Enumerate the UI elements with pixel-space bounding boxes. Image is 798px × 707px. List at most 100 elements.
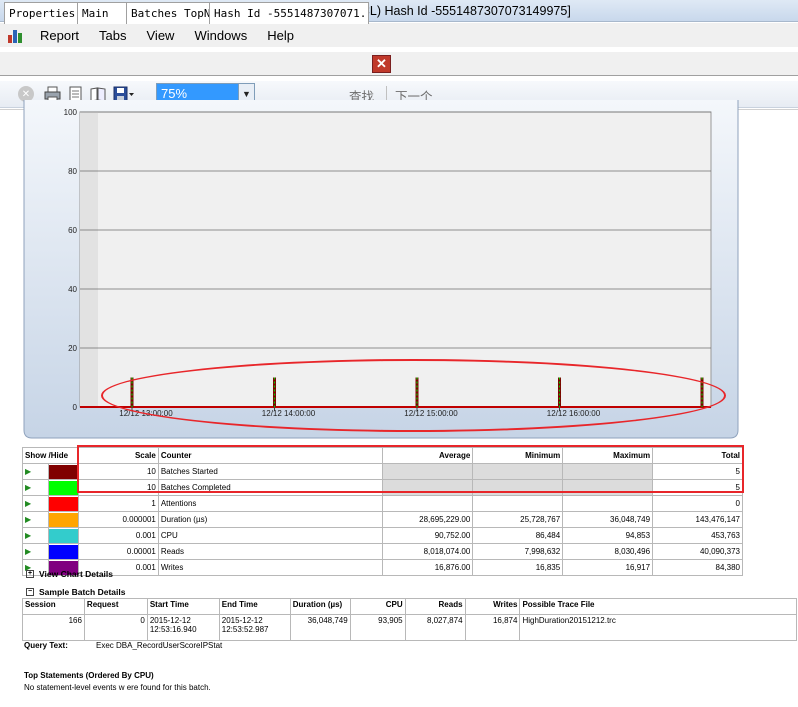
header-counter: Counter <box>157 447 384 464</box>
counter-maximum <box>562 495 654 512</box>
tab-hash-id[interactable]: Hash Id -5551487307071.. <box>209 2 369 24</box>
cell-cpu: 93,905 <box>349 614 406 641</box>
counter-maximum <box>562 463 654 480</box>
counter-maximum <box>562 479 654 496</box>
y-tick-label: 20 <box>68 344 77 353</box>
counter-scale: 0.00001 <box>77 543 159 560</box>
counter-minimum: 16,835 <box>472 559 564 576</box>
counter-average: 8,018,074.00 <box>382 543 474 560</box>
header-session: Session <box>22 598 85 615</box>
counter-row: ▶ 1 Attentions 0 <box>22 495 743 512</box>
y-tick-label: 40 <box>68 285 77 294</box>
header-duration: Duration (µs) <box>289 598 351 615</box>
show-hide-toggle[interactable]: ▶ <box>22 543 49 560</box>
play-triangle-icon[interactable]: ▶ <box>25 547 31 556</box>
header-trace-file: Possible Trace File <box>519 598 797 615</box>
tab-main[interactable]: Main <box>77 2 128 24</box>
play-triangle-icon[interactable]: ▶ <box>25 483 31 492</box>
counter-maximum: 8,030,496 <box>562 543 654 560</box>
sample-batch-details-toggle[interactable]: − Sample Batch Details <box>26 587 125 597</box>
cell-request: 0 <box>83 614 148 641</box>
counter-scale: 0.000001 <box>77 511 159 528</box>
play-triangle-icon[interactable]: ▶ <box>25 499 31 508</box>
x-tick-label: 12/12 13:00:00 <box>119 409 173 418</box>
counter-name: Attentions <box>157 495 384 512</box>
counter-name: Writes <box>157 559 384 576</box>
x-tick-label: 12/12 16:00:00 <box>547 409 601 418</box>
counter-name: Duration (µs) <box>157 511 384 528</box>
counter-maximum: 94,853 <box>562 527 654 544</box>
y-tick-label: 100 <box>64 108 78 117</box>
report-chart-icon <box>8 27 26 43</box>
header-cpu: CPU <box>349 598 406 615</box>
header-reads: Reads <box>404 598 466 615</box>
cell-end-time: 2015-12-12 12:53:52.987 <box>218 614 291 641</box>
collapse-icon: − <box>26 588 34 596</box>
cell-session: 166 <box>22 614 85 641</box>
counter-name: Batches Completed <box>157 479 384 496</box>
play-triangle-icon[interactable]: ▶ <box>25 515 31 524</box>
top-statements-message: No statement-level events w ere found fo… <box>24 683 211 692</box>
query-text-label: Query Text: <box>24 641 68 650</box>
counter-table: Show /Hide Scale Counter Average Minimum… <box>22 447 743 576</box>
counter-average: 16,876.00 <box>382 559 474 576</box>
menu-windows[interactable]: Windows <box>186 28 255 43</box>
menu-report[interactable]: Report <box>32 28 87 43</box>
show-hide-toggle[interactable]: ▶ <box>22 479 49 496</box>
header-scale: Scale <box>77 447 159 464</box>
batch-details-table: Session Request Start Time End Time Dura… <box>22 598 797 641</box>
cell-reads: 8,027,874 <box>404 614 466 641</box>
counter-name: Batches Started <box>157 463 384 480</box>
counter-minimum: 7,998,632 <box>472 543 564 560</box>
query-text-value: Exec DBA_RecordUserScoreIPStat <box>96 641 223 650</box>
counter-row: ▶ 0.00001 Reads 8,018,074.00 7,998,632 8,030,… <box>22 543 743 560</box>
counter-name: CPU <box>157 527 384 544</box>
header-average: Average <box>382 447 474 464</box>
counter-maximum: 16,917 <box>562 559 654 576</box>
x-tick-label: 12/12 14:00:00 <box>262 409 316 418</box>
view-chart-details-label: View Chart Details <box>39 569 114 579</box>
show-hide-toggle[interactable]: ▶ <box>22 511 49 528</box>
header-maximum: Maximum <box>562 447 654 464</box>
play-triangle-icon[interactable]: ▶ <box>25 467 31 476</box>
sample-batch-details-label: Sample Batch Details <box>39 587 126 597</box>
menu-tabs[interactable]: Tabs <box>91 28 134 43</box>
header-minimum: Minimum <box>472 447 564 464</box>
chart-panel: 100 80 60 40 20 0 12/12 13:00:00 12/12 14:00:00… <box>23 100 739 439</box>
counter-total: 84,380 <box>652 559 743 576</box>
counter-row: ▶ 10 Batches Started 5 <box>22 463 743 480</box>
show-hide-toggle[interactable]: ▶ <box>22 463 49 480</box>
header-total: Total <box>652 447 743 464</box>
cell-start-time: 2015-12-12 12:53:16.940 <box>146 614 220 641</box>
counter-name: Reads <box>157 543 384 560</box>
menu-view[interactable]: View <box>139 28 183 43</box>
x-tick-label: 12/12 15:00:00 <box>404 409 458 418</box>
counter-minimum: 25,728,767 <box>472 511 564 528</box>
view-chart-details-toggle[interactable]: + View Chart Details <box>26 569 113 579</box>
tab-batches-topn[interactable]: Batches TopN <box>126 2 211 24</box>
header-writes: Writes <box>464 598 521 615</box>
menu-bar: Report Tabs View Windows Help <box>0 23 798 47</box>
series-color-swatch <box>47 511 79 528</box>
header-end-time: End Time <box>218 598 291 615</box>
show-hide-toggle[interactable]: ▶ <box>22 495 49 512</box>
header-start-time: Start Time <box>146 598 220 615</box>
counter-scale: 10 <box>77 479 159 496</box>
series-color-swatch <box>47 543 79 560</box>
plot-shading <box>80 112 98 407</box>
counter-header-row: Show /Hide Scale Counter Average Minimum… <box>22 447 743 464</box>
y-tick-label: 60 <box>68 226 77 235</box>
counter-row: ▶ 10 Batches Completed 5 <box>22 479 743 496</box>
series-color-swatch <box>47 479 79 496</box>
show-hide-toggle[interactable]: ▶ <box>22 527 49 544</box>
counter-average <box>382 495 474 512</box>
cell-writes: 16,874 <box>464 614 521 641</box>
tab-strip <box>0 52 798 76</box>
play-triangle-icon[interactable]: ▶ <box>25 531 31 540</box>
counter-minimum <box>472 479 564 496</box>
close-tab-icon[interactable]: ✕ <box>372 55 391 73</box>
tab-properties[interactable]: Properties <box>4 2 78 24</box>
counter-total: 143,476,147 <box>652 511 743 528</box>
cell-duration: 36,048,749 <box>289 614 351 641</box>
menu-help[interactable]: Help <box>259 28 302 43</box>
